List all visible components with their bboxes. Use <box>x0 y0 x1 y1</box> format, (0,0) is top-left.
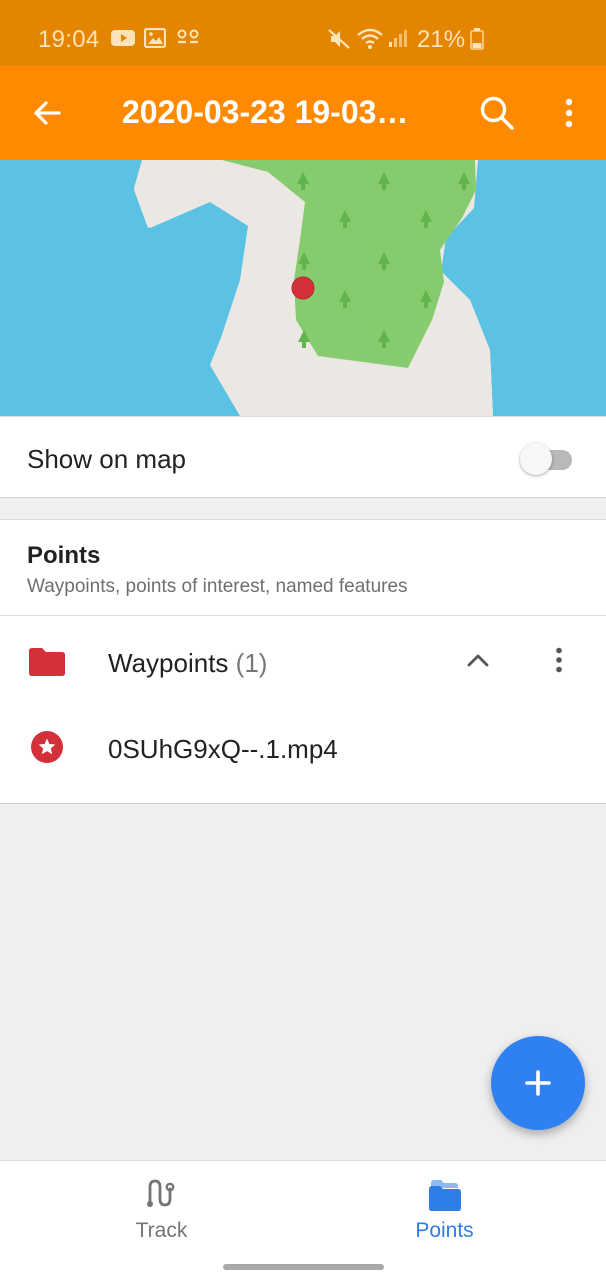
points-folder-icon <box>427 1177 463 1218</box>
bottom-nav: Track Points <box>0 1160 606 1256</box>
map-canvas <box>0 160 606 416</box>
collapse-button[interactable] <box>460 642 496 678</box>
folder-icon <box>29 648 65 681</box>
back-button[interactable] <box>26 92 68 134</box>
youtube-notification-icon <box>111 28 135 53</box>
folder-row-waypoints[interactable]: Waypoints (1) <box>0 616 606 710</box>
add-button[interactable] <box>491 1036 585 1130</box>
more-vert-icon <box>565 98 573 128</box>
add-icon <box>525 1070 551 1096</box>
tab-track-label: Track <box>135 1219 188 1242</box>
mute-icon <box>327 28 351 55</box>
show-on-map-row[interactable]: Show on map <box>0 416 606 498</box>
list-item[interactable]: 0SUhG9xQ--.1.mp4 <box>0 710 606 804</box>
points-heading: Points <box>27 542 101 569</box>
page-title: 2020-03-23 19-03… <box>122 94 409 130</box>
folder-name: Waypoints (1) <box>108 648 267 679</box>
folder-more-button[interactable] <box>541 642 577 678</box>
back-arrow-icon <box>34 101 61 125</box>
app-bar: 2020-03-23 19-03… <box>0 66 606 160</box>
points-card: Points Waypoints, points of interest, na… <box>0 519 606 804</box>
waypoint-marker-icon[interactable] <box>291 276 315 300</box>
gesture-area <box>0 1256 606 1280</box>
chevron-up-icon <box>467 654 489 667</box>
map-preview[interactable] <box>0 160 606 416</box>
toggle-thumb <box>520 443 552 475</box>
folder-count: (1) <box>235 648 268 678</box>
status-time: 19:04 <box>38 26 100 53</box>
battery-percent: 21% <box>417 26 466 53</box>
tab-points-label: Points <box>415 1219 474 1242</box>
points-subtitle: Waypoints, points of interest, named fea… <box>27 576 408 597</box>
status-bar: 19:04 21% <box>0 0 606 66</box>
more-vert-icon <box>556 647 562 673</box>
battery-icon <box>470 28 484 55</box>
folder-name-text: Waypoints <box>108 648 229 678</box>
overflow-menu-button[interactable] <box>548 92 590 134</box>
tab-points[interactable]: Points <box>293 1161 596 1257</box>
gallery-notification-icon <box>143 27 167 53</box>
star-circle-icon <box>30 730 64 769</box>
show-on-map-toggle[interactable] <box>520 442 574 476</box>
signal-icon <box>388 28 410 53</box>
tab-track[interactable]: Track <box>10 1161 313 1257</box>
wifi-icon <box>356 28 384 55</box>
waypoint-name: 0SUhG9xQ--.1.mp4 <box>108 734 338 764</box>
track-route-icon <box>146 1177 178 1214</box>
search-icon <box>480 96 514 130</box>
voicemail-icon <box>176 28 200 53</box>
show-on-map-label: Show on map <box>27 444 186 474</box>
search-button[interactable] <box>476 92 518 134</box>
home-gesture-bar[interactable] <box>223 1264 384 1270</box>
